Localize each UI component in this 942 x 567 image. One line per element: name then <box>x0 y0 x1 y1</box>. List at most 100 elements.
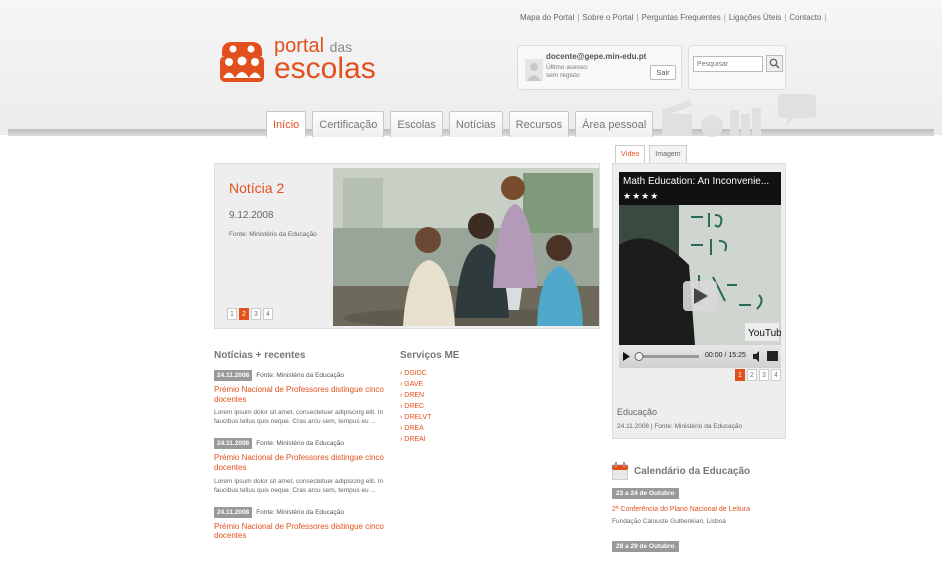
services-heading: Serviços ME <box>400 350 460 361</box>
link-contacto[interactable]: Contacto <box>789 13 821 29</box>
tab-escolas[interactable]: Escolas <box>390 111 443 137</box>
clapperboard-icon <box>662 100 692 136</box>
video-rating: ★★★★ <box>623 191 660 201</box>
video-title: Math Education: An Inconvenie... <box>623 176 770 187</box>
news-source: Fonte: Ministério da Educação <box>256 440 344 448</box>
news-excerpt: Lorem ipsum dolor sit amet, consectetuer… <box>214 409 384 426</box>
service-link-dren[interactable]: DREN <box>400 392 500 399</box>
last-access-value: sem registo <box>546 72 580 80</box>
decorative-header-icons <box>662 94 816 137</box>
site-logo[interactable]: portal das escolas <box>216 34 376 86</box>
calendar-heading: Calendário da Educação <box>634 465 751 477</box>
page-button[interactable]: 3 <box>251 308 261 320</box>
youtube-brand: YouTube <box>748 328 781 339</box>
avatar-icon <box>525 59 543 81</box>
logged-user-email: docente@gepe.min-edu.pt <box>546 52 647 61</box>
date-badge: 24.11.2008 <box>214 370 253 381</box>
event-title-link[interactable]: 2ª Conferência do Plano Nacional de Leit… <box>612 506 786 513</box>
separator: | <box>577 13 580 22</box>
speech-bubble-icon <box>778 94 816 126</box>
tab-area-pessoal[interactable]: Área pessoal <box>575 111 654 137</box>
media-caption-title: Educação <box>617 407 658 417</box>
news-source: Fonte: Ministério da Educação <box>256 372 344 379</box>
recent-news-heading: Notícias + recentes <box>214 350 306 361</box>
news-excerpt: Lorem ipsum dolor sit amet, consectetuer… <box>214 477 384 494</box>
date-badge: 24.11.2008 <box>214 506 253 518</box>
date-badge: 24.11.2008 <box>214 438 253 450</box>
separator: | <box>824 13 827 22</box>
logout-button[interactable]: Sair <box>650 65 676 80</box>
media-pager: 1 2 3 4 <box>735 369 781 381</box>
page-button[interactable]: 3 <box>759 369 769 381</box>
main-nav: Início Certificação Escolas Notícias Rec… <box>266 111 654 137</box>
fullscreen-icon <box>767 351 778 361</box>
service-link-drea[interactable]: DREA <box>400 425 500 432</box>
service-link-gave[interactable]: GAVE <box>400 381 500 388</box>
search-button[interactable] <box>766 55 783 72</box>
separator: | <box>636 13 639 22</box>
volume-icon <box>753 351 759 362</box>
search-input[interactable] <box>693 56 763 72</box>
video-time: 00:00 / 15:25 <box>705 352 746 359</box>
tab-certificacao[interactable]: Certificação <box>312 111 385 137</box>
link-sobre-o-portal[interactable]: Sobre o Portal <box>582 13 633 29</box>
player-control-icons <box>623 351 778 362</box>
tab-noticias[interactable]: Notícias <box>448 111 503 137</box>
event-date-badge: 28 a 29 de Outubro <box>612 541 679 552</box>
tab-recursos[interactable]: Recursos <box>508 111 570 137</box>
services-list: Serviços ME DGIDC GAVE DREN DREC DRELVT … <box>400 350 500 447</box>
recent-news: Notícias + recentes 24.11.2008 Fonte: Mi… <box>214 350 384 553</box>
separator: | <box>723 13 726 22</box>
separator: | <box>784 13 787 22</box>
books-icon <box>730 108 761 136</box>
tab-imagem[interactable]: Imagem <box>649 145 687 163</box>
video-player[interactable]: YouTube Math Education: An Inconvenie...… <box>619 172 781 368</box>
service-link-dreal[interactable]: DREAl <box>400 436 500 443</box>
service-link-dgidc[interactable]: DGIDC <box>400 370 500 377</box>
login-box: docente@gepe.min-edu.pt Último acesso: s… <box>517 45 682 90</box>
news-source: Fonte: Ministério da Educação <box>256 508 344 516</box>
news-title-link[interactable]: Prémio Nacional de Professores distingue… <box>214 385 384 404</box>
link-mapa-do-portal[interactable]: Mapa do Portal <box>520 13 574 29</box>
news-title-link[interactable]: Prémio Nacional de Professores distingue… <box>214 453 384 472</box>
globe-icon <box>701 115 723 137</box>
featured-news-photo[interactable] <box>333 168 599 326</box>
news-title-link[interactable]: Prémio Nacional de Professores distingue… <box>214 522 384 541</box>
featured-news-date: 9.12.2008 <box>229 210 274 221</box>
service-link-drelvt[interactable]: DRELVT <box>400 414 500 421</box>
featured-news-source: Fonte: Ministério da Educação <box>229 231 317 238</box>
media-panel: YouTube Math Education: An Inconvenie...… <box>612 163 786 439</box>
calendar-icon <box>612 462 628 480</box>
top-links: Mapa do Portal | Sobre o Portal | Pergunta… <box>520 13 826 29</box>
video-controls: 00:00 / 15:25 <box>619 345 781 368</box>
featured-news: Notícia 2 9.12.2008 Fonte: Ministério da… <box>214 163 600 329</box>
media-tabs: Vídeo Imagem <box>615 145 687 163</box>
page-button[interactable]: 4 <box>771 369 781 381</box>
tab-video[interactable]: Vídeo <box>615 145 646 163</box>
search-box <box>688 45 786 90</box>
logo-people-icon <box>220 42 264 82</box>
page-button[interactable]: 2 <box>747 369 757 381</box>
education-calendar: Calendário da Educação 23 a 24 de Outubr… <box>612 462 786 553</box>
magnifier-icon <box>769 58 780 69</box>
last-access-label: Último acesso: <box>546 64 589 71</box>
page-button[interactable]: 1 <box>227 308 237 320</box>
list-item: 24.11.2008 Fonte: Ministério da Educação… <box>214 506 384 541</box>
event-date-badge: 23 a 24 de Outubro <box>612 488 679 499</box>
featured-news-title[interactable]: Notícia 2 <box>229 180 284 196</box>
list-item: 24.11.2008 Fonte: Ministério da Educação… <box>214 370 384 426</box>
link-perguntas-frequentes[interactable]: Perguntas Frequentes <box>642 13 721 29</box>
page-button[interactable]: 1 <box>735 369 745 381</box>
logo-text-escolas: escolas <box>274 52 376 85</box>
play-icon <box>623 352 630 361</box>
media-caption-meta: 24.11.2008 | Fonte: Ministério da Educaç… <box>617 423 743 430</box>
page-button[interactable]: 2 <box>239 308 249 320</box>
tab-inicio[interactable]: Início <box>266 111 307 137</box>
list-item: 24.11.2008 Fonte: Ministério da Educação… <box>214 438 384 494</box>
page-button[interactable]: 4 <box>263 308 273 320</box>
featured-pager: 1 2 3 4 <box>227 308 273 320</box>
event-place: Fundação Calouste Gulbenkian, Lisboa <box>612 518 726 525</box>
link-ligacoes-uteis[interactable]: Ligações Úteis <box>729 13 781 29</box>
service-link-drec[interactable]: DREC <box>400 403 500 410</box>
video-thumbnail: YouTube <box>619 205 781 345</box>
